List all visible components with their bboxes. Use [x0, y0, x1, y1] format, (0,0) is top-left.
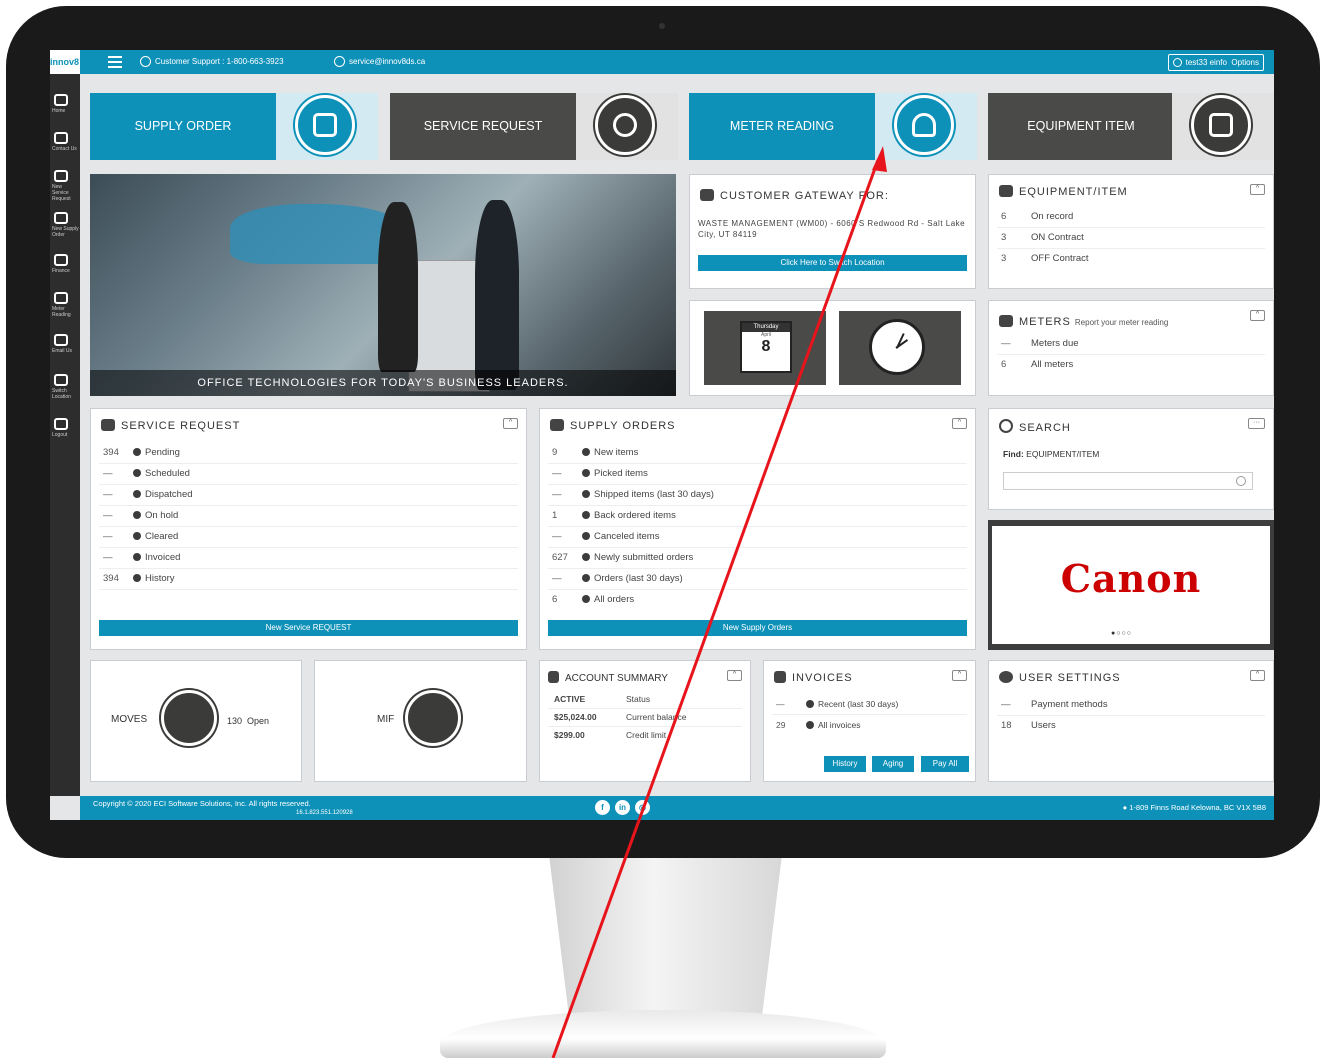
arrow-line	[551, 159, 880, 1058]
annotation-arrow	[551, 146, 887, 1058]
arrow-head	[872, 146, 887, 172]
